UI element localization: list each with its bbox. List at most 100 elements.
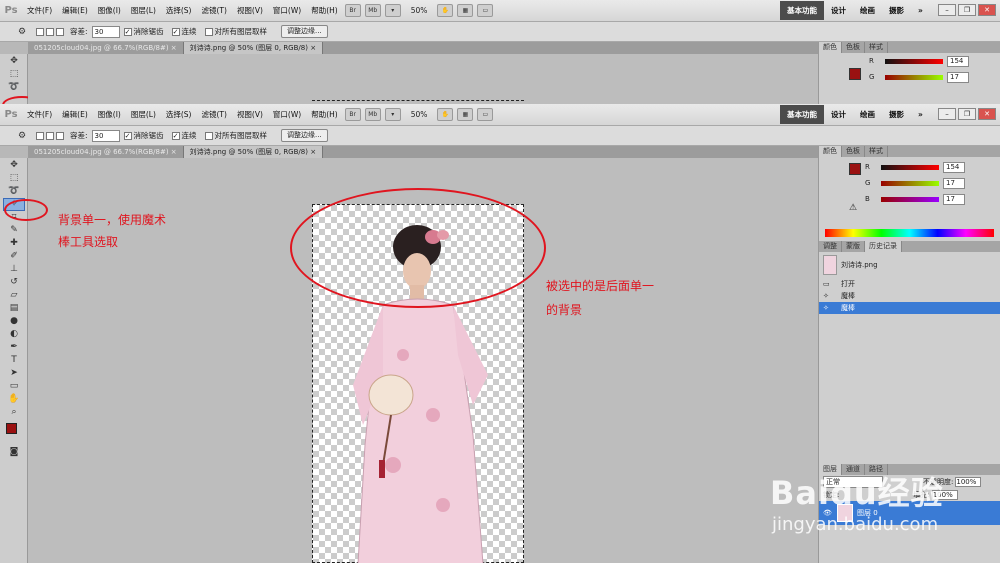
menu-select[interactable]: 选择(S) (161, 109, 197, 120)
arrange-icon[interactable]: ▦ (457, 4, 474, 17)
tab-styles[interactable]: 样式 (865, 146, 888, 157)
sample-all-checkbox[interactable]: 对所有图层取样 (204, 26, 267, 37)
workspace-painting[interactable]: 绘画 (853, 109, 882, 120)
menu-filter[interactable]: 滤镜(T) (197, 5, 232, 16)
menu-image[interactable]: 图像(I) (93, 5, 126, 16)
workspace-more[interactable]: » (911, 6, 930, 15)
zoom-tool-icon[interactable]: ⌕ (4, 407, 24, 418)
zoom-level[interactable]: 50% (411, 110, 428, 119)
shape-tool-icon[interactable]: ▭ (4, 381, 24, 392)
add-selection-icon[interactable] (46, 27, 54, 36)
hand-icon[interactable]: ✋ (437, 4, 454, 17)
antialias-checkbox[interactable]: ✓ 消除锯齿 (123, 130, 164, 141)
new-selection-icon[interactable] (36, 27, 44, 36)
menu-image[interactable]: 图像(I) (93, 109, 126, 120)
healing-brush-tool-icon[interactable]: ✚ (4, 238, 24, 249)
menu-view[interactable]: 视图(V) (232, 109, 268, 120)
menu-layer[interactable]: 图层(L) (126, 5, 161, 16)
hand-tool-icon[interactable]: ✋ (4, 394, 24, 405)
history-brush-tool-icon[interactable]: ↺ (4, 277, 24, 288)
brush-tool-icon[interactable]: ✐ (4, 251, 24, 262)
doc-tab-cloud[interactable]: 051205cloud04.jpg @ 66.7%(RGB/8#) × (28, 146, 184, 158)
marquee-tool-icon[interactable]: ⬚ (4, 173, 24, 184)
close-icon[interactable]: × (310, 44, 316, 52)
menu-window[interactable]: 窗口(W) (268, 5, 306, 16)
lasso-tool-icon[interactable]: ➰ (4, 186, 24, 197)
type-tool-icon[interactable]: T (4, 355, 24, 366)
subtract-selection-icon[interactable] (56, 27, 64, 36)
slider-green-track[interactable] (885, 74, 943, 80)
menu-select[interactable]: 选择(S) (161, 5, 197, 16)
lasso-tool-icon[interactable]: ➰ (4, 82, 24, 93)
history-item-wand-1[interactable]: ✧ 魔棒 (819, 290, 1000, 302)
add-selection-icon[interactable] (46, 131, 54, 140)
tab-adjustments[interactable]: 调整 (819, 241, 842, 252)
menu-file[interactable]: 文件(F) (22, 5, 57, 16)
menu-layer[interactable]: 图层(L) (126, 109, 161, 120)
eraser-tool-icon[interactable]: ▱ (4, 290, 24, 301)
contiguous-checkbox[interactable]: ✓ 连续 (171, 26, 197, 37)
close-icon[interactable]: × (310, 148, 316, 156)
gradient-tool-icon[interactable]: ▤ (4, 303, 24, 314)
foreground-swatch[interactable] (6, 423, 17, 434)
hand-icon[interactable]: ✋ (437, 108, 454, 121)
workspace-design[interactable]: 设计 (824, 5, 853, 16)
menu-filter[interactable]: 滤镜(T) (197, 109, 232, 120)
workspace-essentials[interactable]: 基本功能 (780, 105, 824, 124)
menu-edit[interactable]: 编辑(E) (57, 5, 93, 16)
zoom-level[interactable]: 50% (411, 6, 428, 15)
minimize-icon[interactable]: – (938, 108, 956, 120)
slider-red-value[interactable]: 154 (943, 161, 965, 173)
refine-edge-button[interactable]: 调整边缘... (281, 129, 328, 142)
antialias-checkbox[interactable]: ✓ 消除锯齿 (123, 26, 164, 37)
blur-tool-icon[interactable]: ● (4, 316, 24, 327)
pen-tool-icon[interactable]: ✒ (4, 342, 24, 353)
menu-window[interactable]: 窗口(W) (268, 109, 306, 120)
opacity-input[interactable]: 100% (955, 476, 982, 487)
view-extras-icon[interactable]: ▾ (384, 108, 401, 121)
tab-color[interactable]: 颜色 (819, 146, 842, 157)
quick-mask-icon[interactable]: ◙ (4, 447, 24, 458)
minibridge-button[interactable]: Mb (364, 4, 381, 17)
menu-file[interactable]: 文件(F) (22, 109, 57, 120)
move-tool-icon[interactable]: ✥ (4, 56, 24, 67)
screen-mode-icon[interactable]: ▭ (477, 108, 494, 121)
move-tool-icon[interactable]: ✥ (4, 160, 24, 171)
slider-green-track[interactable] (881, 180, 939, 186)
menu-edit[interactable]: 编辑(E) (57, 109, 93, 120)
eyedropper-tool-icon[interactable]: ✎ (4, 225, 24, 236)
slider-blue-track[interactable] (881, 196, 939, 202)
refine-edge-button[interactable]: 调整边缘... (281, 25, 328, 38)
history-item-open[interactable]: ▭ 打开 (819, 278, 1000, 290)
tab-styles[interactable]: 样式 (865, 42, 888, 53)
slider-blue-value[interactable]: 17 (943, 193, 965, 205)
close-icon[interactable]: × (171, 148, 177, 156)
menu-view[interactable]: 视图(V) (232, 5, 268, 16)
workspace-painting[interactable]: 绘画 (853, 5, 882, 16)
marquee-tool-icon[interactable]: ⬚ (4, 69, 24, 80)
doc-tab-portrait[interactable]: 刘诗诗.png @ 50% (图层 0, RGB/8) × (183, 146, 324, 158)
magic-wand-preset-icon[interactable]: ⚙ (12, 27, 32, 38)
sample-all-checkbox[interactable]: 对所有图层取样 (204, 130, 267, 141)
workspace-photography[interactable]: 摄影 (882, 5, 911, 16)
bridge-button[interactable]: Br (344, 108, 361, 121)
bridge-button[interactable]: Br (344, 4, 361, 17)
tab-swatches[interactable]: 色板 (842, 146, 865, 157)
screen-mode-icon[interactable]: ▭ (477, 4, 494, 17)
view-extras-icon[interactable]: ▾ (384, 4, 401, 17)
restore-icon[interactable]: ❐ (958, 4, 976, 16)
menu-help[interactable]: 帮助(H) (306, 5, 343, 16)
stamp-tool-icon[interactable]: ⊥ (4, 264, 24, 275)
path-select-tool-icon[interactable]: ➤ (4, 368, 24, 379)
close-icon[interactable]: × (171, 44, 177, 52)
slider-red-value[interactable]: 154 (947, 55, 969, 67)
history-item-wand-2[interactable]: ✧ 魔棒 (819, 302, 1000, 314)
dodge-tool-icon[interactable]: ◐ (4, 329, 24, 340)
workspace-design[interactable]: 设计 (824, 109, 853, 120)
color-spectrum[interactable] (825, 229, 994, 237)
contiguous-checkbox[interactable]: ✓ 连续 (171, 130, 197, 141)
slider-red-track[interactable] (881, 164, 939, 170)
tolerance-input[interactable]: 30 (91, 25, 120, 38)
slider-red-track[interactable] (885, 58, 943, 64)
close-icon[interactable]: ✕ (978, 108, 996, 120)
